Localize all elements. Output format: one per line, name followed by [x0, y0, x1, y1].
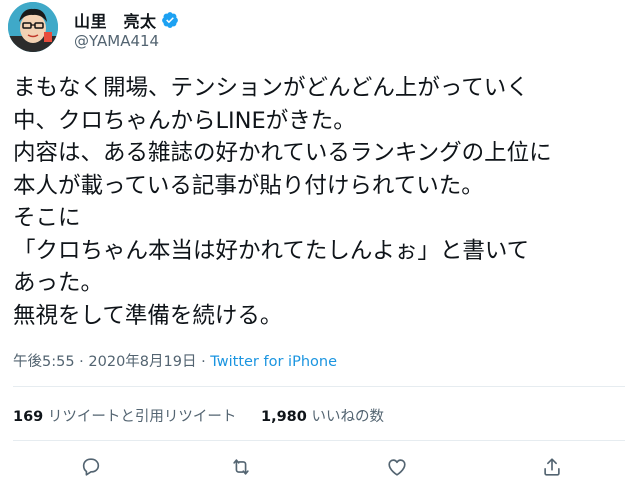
like-button[interactable]: [382, 452, 412, 482]
likes-stat[interactable]: 1,980 いいねの数: [261, 409, 384, 425]
tweet-text-line: あった。: [13, 270, 104, 296]
likes-count: 1,980: [261, 409, 307, 425]
tweet-text-line: まもなく開場、テンションがどんどん上がっていく: [13, 75, 529, 101]
tweet-text: まもなく開場、テンションがどんどん上がっていく 中、クロちゃんからLINEがきた…: [13, 72, 628, 332]
share-button[interactable]: [537, 452, 567, 482]
reply-button[interactable]: [76, 452, 106, 482]
action-bar: [0, 452, 640, 482]
like-icon: [388, 459, 406, 476]
retweets-label: リツイートと引用リツイート: [43, 409, 237, 425]
divider: [13, 440, 625, 441]
tweet-text-line: 内容は、ある雑誌の好かれているランキングの上位に: [13, 140, 552, 166]
tweet-stats: 169 リツイートと引用リツイート 1,980 いいねの数: [13, 405, 404, 426]
reply-icon: [82, 458, 100, 476]
name-row: 山里 亮太: [74, 8, 179, 32]
user-handle[interactable]: @YAMA414: [74, 32, 159, 50]
likes-label: いいねの数: [306, 409, 384, 425]
retweets-count: 169: [13, 409, 44, 425]
avatar[interactable]: [8, 2, 58, 52]
source-link[interactable]: Twitter for iPhone: [210, 354, 337, 370]
retweet-button[interactable]: [226, 452, 256, 482]
tweet-text-line: 本人が載っている記事が貼り付けられていた。: [13, 172, 484, 199]
verified-badge-icon: [161, 12, 178, 28]
retweet-icon: [233, 459, 249, 475]
retweets-stat[interactable]: 169 リツイートと引用リツイート: [13, 409, 236, 425]
tweet-text-line: 「クロちゃん本当は好かれてたしんよぉ」と書いて: [13, 237, 530, 264]
tweet-meta: 午後5:55 · 2020年8月19日 · Twitter for iPhone: [13, 350, 337, 371]
share-icon: [544, 458, 560, 476]
display-name[interactable]: 山里 亮太: [74, 8, 157, 32]
divider: [13, 386, 625, 387]
tweet-text-line: 中、クロちゃんからLINEがきた。: [13, 107, 356, 134]
tweet: 山里 亮太 @YAMA414 まもなく開場、テンションがどんどん上がっていく 中…: [0, 0, 640, 489]
tweet-header: 山里 亮太 @YAMA414: [8, 2, 628, 54]
tweet-text-line: そこに: [13, 205, 81, 231]
tweet-text-line: 無視をして準備を続ける。: [13, 302, 283, 329]
timestamp[interactable]: 午後5:55 · 2020年8月19日 ·: [13, 354, 210, 370]
